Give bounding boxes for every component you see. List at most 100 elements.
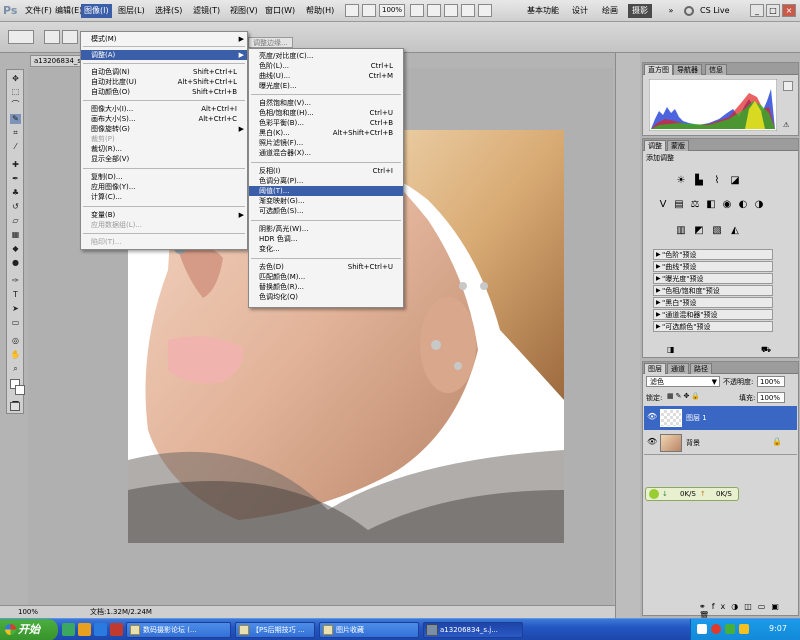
blend-mode-select[interactable]: 滤色 ▼ (646, 376, 720, 387)
preset-hue-saturation[interactable]: ▶ "色相/饱和度"预设 (653, 285, 773, 296)
exposure-icon[interactable]: ◪ (729, 175, 741, 186)
crop-tool-icon[interactable]: ⌗ (10, 128, 21, 138)
adjustments-clip-icon[interactable]: ⛟ (761, 345, 773, 354)
taskbar-task-3[interactable]: a13206834_s.j... (423, 622, 523, 638)
menu-file[interactable]: 文件(F) (22, 4, 55, 18)
tray-icon-2[interactable] (711, 624, 721, 634)
quick-mask-mode-icon[interactable] (10, 402, 20, 411)
zoom-view-icon[interactable] (427, 4, 441, 17)
quicklaunch-icon-2[interactable] (78, 623, 91, 636)
image-menu-trim[interactable]: 裁切(R)... (81, 144, 247, 154)
volume-icon[interactable] (739, 624, 749, 634)
quick-selection-tool-icon[interactable]: ✎ (10, 114, 21, 124)
image-menu-image-size[interactable]: 图像大小(I)... Alt+Ctrl+I (81, 104, 247, 114)
menu-window[interactable]: 窗口(W) (262, 4, 298, 18)
image-menu-rotation[interactable]: 图像旋转(G) ▶ (81, 124, 247, 134)
arrange-documents-icon[interactable] (461, 4, 475, 17)
workspace-design[interactable]: 设计 (568, 4, 592, 18)
eye-icon[interactable]: 👁 (647, 412, 657, 422)
adjust-levels[interactable]: 色阶(L)... Ctrl+L (249, 61, 403, 71)
close-button[interactable]: × (782, 4, 796, 17)
zoom-level-select[interactable]: 100% (379, 4, 405, 17)
path-selection-tool-icon[interactable]: ➤ (10, 304, 21, 314)
eye-icon[interactable]: 👁 (647, 437, 657, 447)
taskbar-task-2[interactable]: 图片收藏 (319, 622, 419, 638)
adjust-brightness-contrast[interactable]: 亮度/对比度(C)... (249, 51, 403, 61)
blur-tool-icon[interactable]: ◆ (10, 244, 21, 254)
shape-tool-icon[interactable]: ▭ (10, 318, 21, 328)
adjustments-expand-icon[interactable]: ◨ (667, 345, 677, 354)
maximize-button[interactable]: □ (766, 4, 780, 17)
preset-curves[interactable]: ▶ "曲线"预设 (653, 261, 773, 272)
opacity-input[interactable]: 100% (757, 376, 785, 387)
bridge-icon[interactable] (345, 4, 359, 17)
image-menu-mode[interactable]: 模式(M) ▶ (81, 34, 247, 44)
zoom-tool-icon[interactable]: ⌕ (10, 364, 21, 374)
color-balance-icon[interactable]: ⚖ (689, 199, 701, 210)
menu-view[interactable]: 视图(V) (227, 4, 261, 18)
adjust-posterize[interactable]: 色调分离(P)... (249, 176, 403, 186)
image-menu-auto-contrast[interactable]: 自动对比度(U) Alt+Shift+Ctrl+L (81, 77, 247, 87)
quicklaunch-icon-1[interactable] (62, 623, 75, 636)
adjust-channel-mixer[interactable]: 通道混合器(X)... (249, 148, 403, 158)
gradient-tool-icon[interactable]: ▦ (10, 230, 21, 240)
adjust-replace-color[interactable]: 替换颜色(R)... (249, 282, 403, 292)
adjust-curves[interactable]: 曲线(U)... Ctrl+M (249, 71, 403, 81)
preset-selective-color[interactable]: ▶ "可选颜色"预设 (653, 321, 773, 332)
move-tool-icon[interactable]: ✥ (10, 74, 21, 84)
hand-tool-icon[interactable]: ✋ (10, 350, 21, 360)
selective-color-icon[interactable]: ◭ (729, 225, 741, 236)
refine-edge-button[interactable]: 调整边缘... (248, 37, 293, 48)
layer-row-layer1[interactable]: 👁 图层 1 (644, 406, 797, 430)
lasso-tool-icon[interactable]: ⌒ (10, 100, 21, 110)
workspace-painting[interactable]: 绘画 (598, 4, 622, 18)
rotate-view-icon[interactable] (444, 4, 458, 17)
vibrance-icon[interactable]: V (657, 199, 669, 210)
curves-icon[interactable]: ⌇ (711, 175, 723, 186)
adjust-hue-saturation[interactable]: 色相/饱和度(H)... Ctrl+U (249, 108, 403, 118)
tab-info[interactable]: 信息 (705, 64, 727, 75)
tab-channels[interactable]: 通道 (667, 363, 689, 374)
marquee-tool-icon[interactable]: ⬚ (10, 87, 21, 97)
levels-icon[interactable]: ▙ (693, 175, 705, 186)
channel-mixer-icon[interactable]: ◐ (737, 199, 749, 210)
adjust-exposure[interactable]: 曝光度(E)... (249, 81, 403, 91)
quicklaunch-icon-4[interactable] (110, 623, 123, 636)
image-menu-calculations[interactable]: 计算(C)... (81, 192, 247, 202)
new-selection-icon[interactable] (44, 30, 60, 44)
eyedropper-tool-icon[interactable]: ⁄ (10, 142, 21, 152)
quicklaunch-ie-icon[interactable] (94, 623, 107, 636)
image-menu-adjustments[interactable]: 调整(A) ▶ (81, 50, 247, 60)
minimize-button[interactable]: _ (750, 4, 764, 17)
adjust-invert[interactable]: 反相(I) Ctrl+I (249, 166, 403, 176)
status-zoom[interactable]: 100% (18, 606, 38, 618)
eraser-tool-icon[interactable]: ▱ (10, 216, 21, 226)
tool-preset-picker[interactable] (8, 30, 34, 44)
adjust-threshold[interactable]: 阈值(T)... (249, 186, 403, 196)
image-menu-auto-color[interactable]: 自动颜色(O) Shift+Ctrl+B (81, 87, 247, 97)
invert-icon[interactable]: ◑ (753, 199, 765, 210)
pen-tool-icon[interactable]: ✑ (10, 276, 21, 286)
adjust-selective-color[interactable]: 可选颜色(S)... (249, 206, 403, 216)
dodge-tool-icon[interactable]: ● (10, 258, 21, 268)
fill-input[interactable]: 100% (757, 392, 785, 403)
minibridge-icon[interactable] (362, 4, 376, 17)
background-color-swatch[interactable] (15, 385, 25, 395)
threshold-icon[interactable]: ◩ (693, 225, 705, 236)
image-menu-canvas-size[interactable]: 画布大小(S)... Alt+Ctrl+C (81, 114, 247, 124)
type-tool-icon[interactable]: T (10, 290, 21, 300)
menu-help[interactable]: 帮助(H) (303, 4, 337, 18)
adjust-vibrance[interactable]: 自然饱和度(V)... (249, 98, 403, 108)
adjust-shadows-highlights[interactable]: 阴影/高光(W)... (249, 224, 403, 234)
tab-paths[interactable]: 路径 (690, 363, 712, 374)
preset-exposure[interactable]: ▶ "曝光度"预设 (653, 273, 773, 284)
photo-filter-icon[interactable]: ◉ (721, 199, 733, 210)
menu-filter[interactable]: 滤镜(T) (190, 4, 223, 18)
adjust-desaturate[interactable]: 去色(D) Shift+Ctrl+U (249, 262, 403, 272)
workspace-essentials[interactable]: 基本功能 (523, 4, 563, 18)
image-menu-variables[interactable]: 变量(B) ▶ (81, 210, 247, 220)
tab-navigator[interactable]: 导航器 (673, 64, 702, 75)
menu-layer[interactable]: 图层(L) (115, 4, 148, 18)
menu-image[interactable]: 图像(I) (81, 4, 112, 18)
gradient-map-icon[interactable]: ▧ (711, 225, 723, 236)
